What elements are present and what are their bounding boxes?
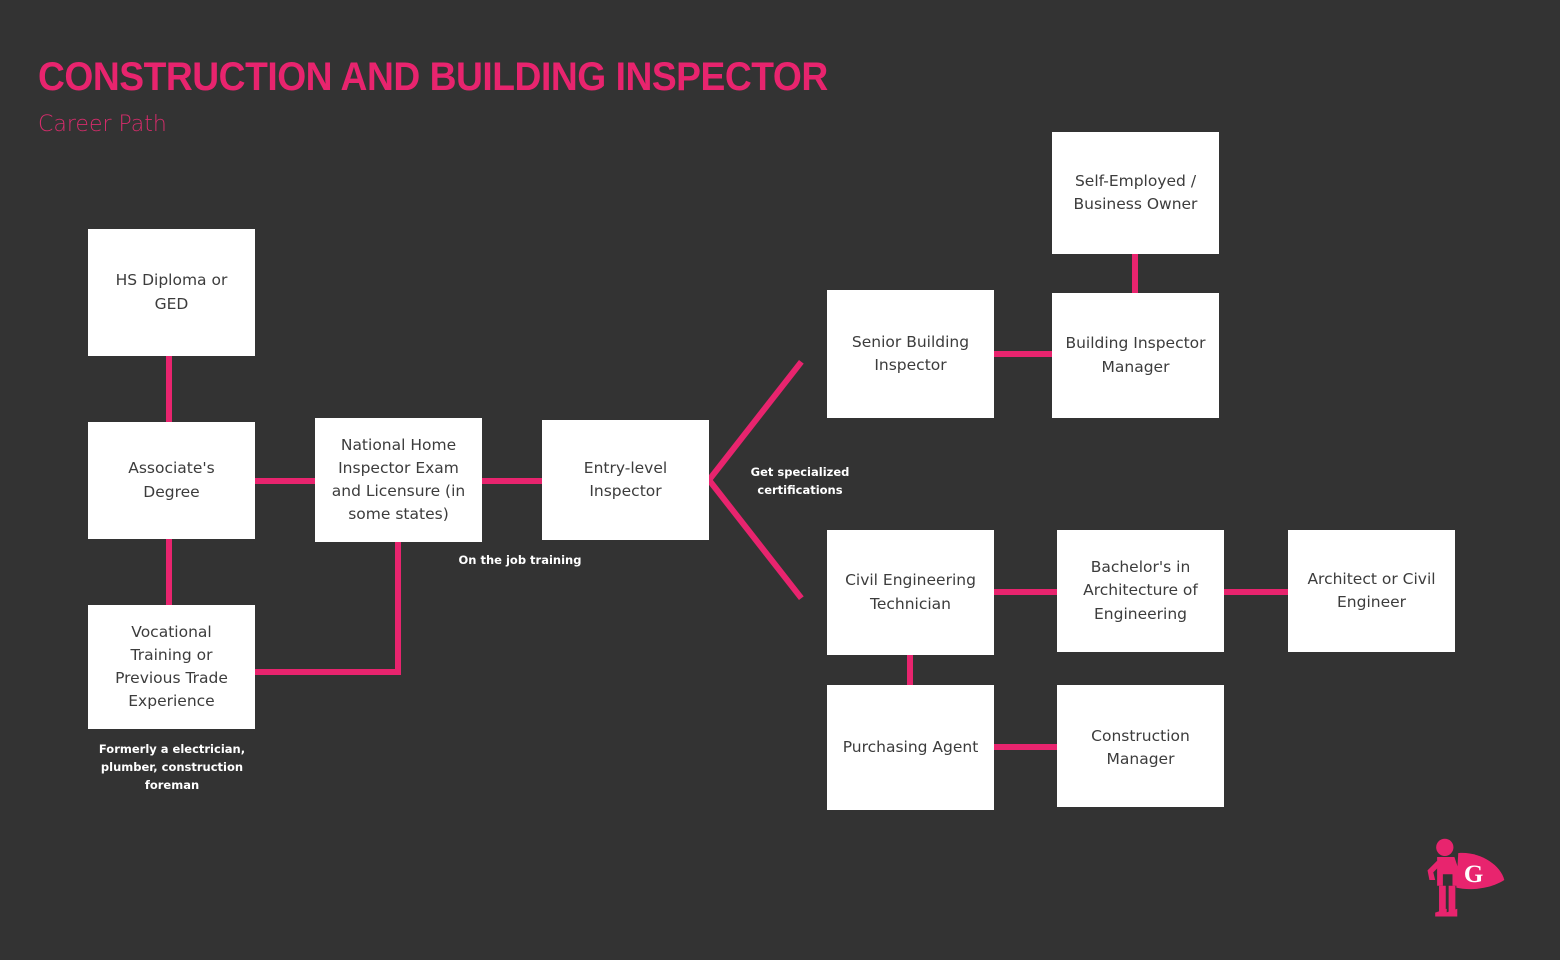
connector-purchasing-to-construction-mgr: [994, 744, 1057, 750]
connector-civil-tech-to-bachelors: [994, 589, 1057, 595]
connector-manager-to-self-employed: [1132, 254, 1138, 293]
node-associates-degree[interactable]: Associate's Degree: [88, 422, 255, 539]
node-self-employed-business-owner[interactable]: Self-Employed / Business Owner: [1052, 132, 1219, 254]
connector-senior-to-manager: [994, 351, 1052, 357]
node-entry-level-inspector[interactable]: Entry-level Inspector: [542, 420, 709, 540]
connector-bachelors-to-architect: [1224, 589, 1288, 595]
connector-vocational-to-exam-vertical: [395, 542, 401, 675]
node-vocational-training[interactable]: Vocational Training or Previous Trade Ex…: [88, 605, 255, 729]
node-hs-diploma[interactable]: HS Diploma or GED: [88, 229, 255, 356]
connector-associates-to-exam: [255, 478, 315, 484]
node-building-inspector-manager[interactable]: Building Inspector Manager: [1052, 293, 1219, 418]
page-subtitle: Career Path: [38, 112, 167, 137]
connector-vocational-to-exam-horizontal: [255, 669, 401, 675]
connector-exam-to-entry: [482, 478, 542, 484]
node-purchasing-agent[interactable]: Purchasing Agent: [827, 685, 994, 810]
node-national-home-inspector-exam[interactable]: National Home Inspector Exam and Licensu…: [315, 418, 482, 542]
connector-associates-to-vocational: [166, 539, 172, 605]
node-civil-engineering-technician[interactable]: Civil Engineering Technician: [827, 530, 994, 655]
annotation-on-the-job-training: On the job training: [458, 553, 582, 567]
logo-letter: G: [1464, 861, 1483, 888]
connector-hs-to-associates: [166, 356, 172, 422]
node-senior-building-inspector[interactable]: Senior Building Inspector: [827, 290, 994, 418]
connector-civil-tech-to-purchasing: [907, 655, 913, 685]
node-bachelors-architecture-engineering[interactable]: Bachelor's in Architecture of Engineerin…: [1057, 530, 1224, 652]
node-construction-manager[interactable]: Construction Manager: [1057, 685, 1224, 807]
page-title: CONSTRUCTION AND BUILDING INSPECTOR: [38, 55, 828, 99]
annotation-get-specialized-certifications: Get specialized certifications: [750, 465, 850, 497]
career-path-diagram: CONSTRUCTION AND BUILDING INSPECTOR Care…: [0, 0, 1560, 960]
node-architect-or-civil-engineer[interactable]: Architect or Civil Engineer: [1288, 530, 1455, 652]
superhero-logo: G: [1427, 838, 1505, 917]
annotation-formerly-trade: Formerly a electrician, plumber, constru…: [98, 742, 246, 792]
